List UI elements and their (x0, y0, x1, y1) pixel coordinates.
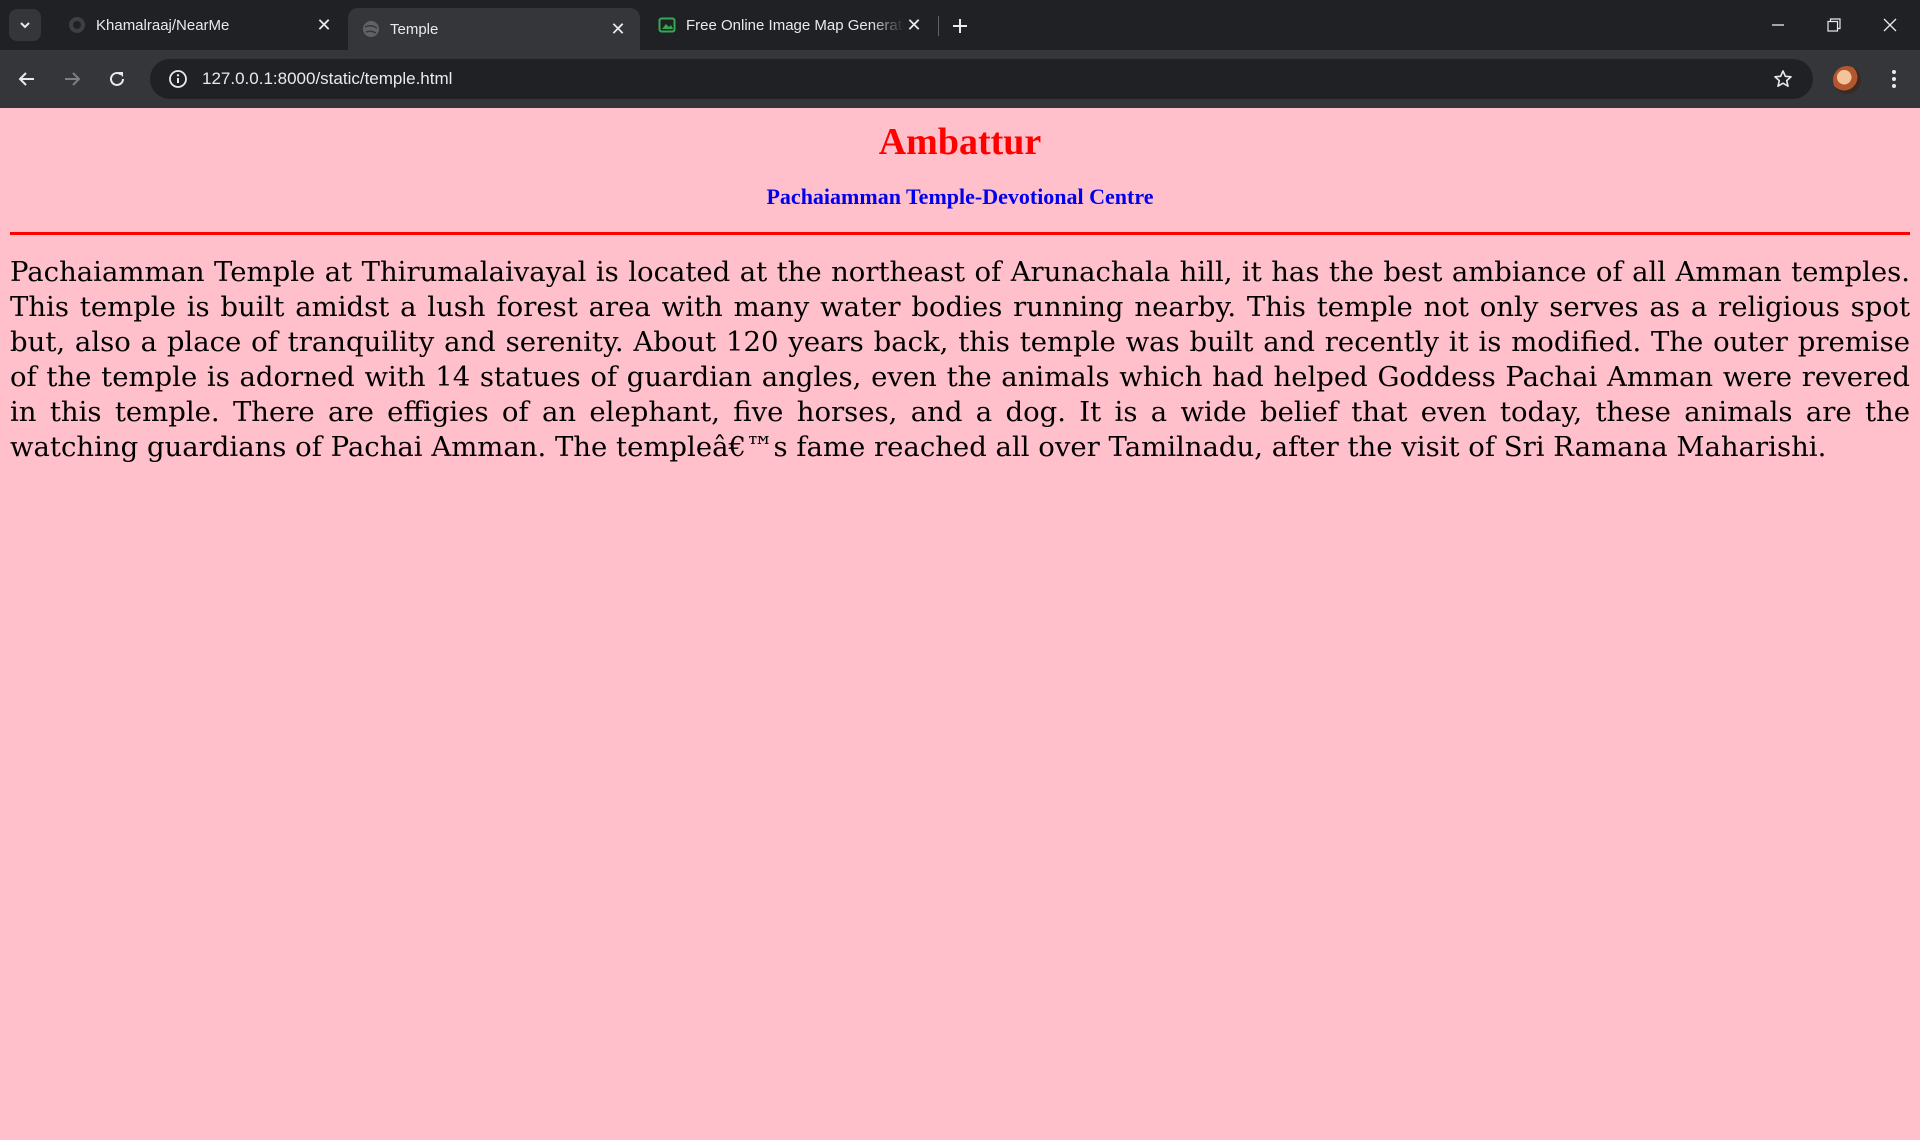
reload-button[interactable] (101, 63, 133, 95)
close-window-button[interactable] (1862, 0, 1918, 50)
tab-strip: Khamalraaj/NearMe ✕ Temple ✕ Free Online… (0, 0, 1920, 50)
forward-arrow-icon (65, 72, 81, 86)
plus-icon (953, 19, 967, 33)
site-info-icon[interactable] (158, 59, 198, 99)
temple-description: Pachaiamman Temple at Thirumalaivayal is… (10, 256, 1910, 463)
close-icon (1883, 18, 1897, 32)
browser-toolbar: 127.0.0.1:8000/static/temple.html (0, 50, 1920, 108)
page-subheading: Pachaiamman Temple-Devotional Centre (766, 184, 1154, 209)
forward-button[interactable] (56, 63, 88, 95)
close-tab-icon[interactable]: ✕ (314, 15, 334, 35)
page-viewport: Ambattur Pachaiamman Temple-Devotional C… (0, 108, 1920, 1140)
back-arrow-icon (18, 72, 34, 86)
minimize-icon (1772, 24, 1784, 26)
github-icon (68, 16, 86, 34)
restore-button[interactable] (1806, 0, 1862, 50)
tab-separator (938, 16, 939, 36)
close-tab-icon[interactable]: ✕ (904, 15, 924, 35)
url-text[interactable]: 127.0.0.1:8000/static/temple.html (202, 69, 1763, 89)
browser-menu-button[interactable] (1880, 63, 1908, 95)
restore-icon (1827, 18, 1841, 32)
chevron-down-icon (20, 22, 30, 29)
divider (10, 232, 1910, 235)
tab-temple[interactable]: Temple ✕ (348, 8, 640, 50)
reload-icon (110, 71, 124, 86)
globe-icon (362, 20, 380, 38)
bookmark-star-icon[interactable] (1763, 59, 1803, 99)
profile-avatar[interactable] (1833, 66, 1861, 94)
more-vert-icon (1892, 70, 1896, 88)
back-button[interactable] (11, 63, 43, 95)
tab-title: Free Online Image Map Generator (686, 16, 904, 34)
close-tab-icon[interactable]: ✕ (608, 19, 628, 39)
tab-nearme[interactable]: Khamalraaj/NearMe ✕ (54, 8, 346, 42)
address-bar[interactable]: 127.0.0.1:8000/static/temple.html (150, 59, 1813, 99)
image-icon (658, 16, 676, 34)
tab-title: Temple (390, 20, 439, 38)
new-tab-button[interactable] (946, 12, 974, 40)
tab-search-button[interactable] (9, 9, 41, 41)
tab-image-map[interactable]: Free Online Image Map Generator ✕ (644, 8, 936, 42)
minimize-button[interactable] (1750, 0, 1806, 50)
page-heading: Ambattur (878, 121, 1042, 163)
tab-title: Khamalraaj/NearMe (96, 16, 230, 34)
